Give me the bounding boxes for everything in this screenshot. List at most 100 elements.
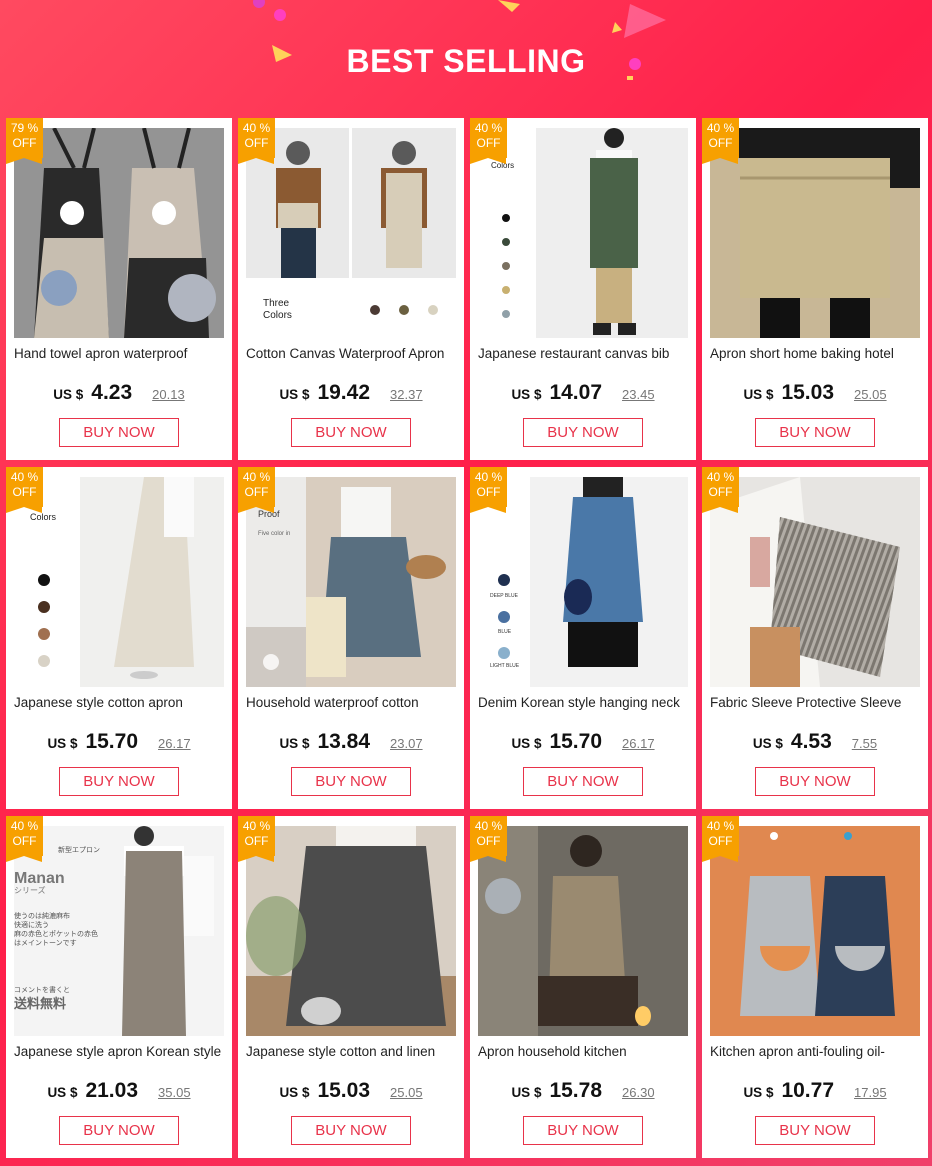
product-name[interactable]: Hand towel apron waterproof: [14, 346, 228, 361]
product-name[interactable]: Japanese style apron Korean style: [14, 1044, 228, 1059]
currency-label: US $: [511, 1085, 542, 1100]
product-image[interactable]: [710, 128, 920, 338]
discount-badge: 40 % OFF: [238, 118, 275, 164]
sale-price: 15.70: [549, 730, 603, 753]
buy-now-button[interactable]: BUY NOW: [291, 767, 411, 796]
currency-label: US $: [511, 387, 542, 402]
product-card[interactable]: 40 % OFF Japanese style cotton and linen …: [238, 816, 464, 1158]
price-row: US $ 19.42 32.37: [238, 381, 464, 405]
product-card[interactable]: DEEP BLUE BLUE LIGHT BLUE 40 % OFF Denim …: [470, 467, 696, 809]
photo-text: 麻の赤色とポケットの赤色: [14, 929, 98, 938]
buy-now-button[interactable]: BUY NOW: [59, 767, 179, 796]
original-price: 23.45: [622, 387, 655, 402]
currency-label: US $: [47, 736, 78, 751]
price-row: US $ 13.84 23.07: [238, 730, 464, 754]
buy-now-button[interactable]: BUY NOW: [755, 1116, 875, 1145]
price-row: US $ 15.70 26.17: [6, 730, 232, 754]
buy-now-button[interactable]: BUY NOW: [755, 418, 875, 447]
original-price: 35.05: [158, 1085, 191, 1100]
buy-now-button[interactable]: BUY NOW: [523, 1116, 643, 1145]
product-image[interactable]: Colors: [14, 477, 224, 687]
original-price: 23.07: [390, 736, 423, 751]
product-card[interactable]: 40 % OFF Fabric Sleeve Protective Sleeve …: [702, 467, 928, 809]
discount-badge: 40 % OFF: [470, 816, 507, 862]
discount-badge: 40 % OFF: [470, 118, 507, 164]
product-card[interactable]: Three Colors 40 % OFF Cotton Canvas Water…: [238, 118, 464, 460]
photo-text: 送料無料: [14, 996, 66, 1011]
photo-text: Three: [263, 298, 290, 309]
currency-label: US $: [279, 387, 310, 402]
buy-now-button[interactable]: BUY NOW: [523, 418, 643, 447]
sale-price: 13.84: [317, 730, 371, 753]
product-image[interactable]: [478, 826, 688, 1036]
product-name[interactable]: Japanese restaurant canvas bib: [478, 346, 692, 361]
sale-price: 15.03: [317, 1079, 371, 1102]
price-row: US $ 4.53 7.55: [702, 730, 928, 754]
currency-label: US $: [279, 736, 310, 751]
price-row: US $ 14.07 23.45: [470, 381, 696, 405]
product-card[interactable]: Colors 40 % OFF Japanese restaurant canva…: [470, 118, 696, 460]
currency-label: US $: [511, 736, 542, 751]
price-row: US $ 4.23 20.13: [6, 381, 232, 405]
buy-now-button[interactable]: BUY NOW: [291, 1116, 411, 1145]
price-row: US $ 15.78 26.30: [470, 1079, 696, 1103]
photo-text: BLUE: [498, 629, 512, 635]
original-price: 26.17: [622, 736, 655, 751]
product-grid: 79 % OFF Hand towel apron waterproof US $…: [6, 118, 928, 1158]
product-name[interactable]: Apron short home baking hotel: [710, 346, 924, 361]
product-name[interactable]: Japanese style cotton apron: [14, 695, 228, 710]
product-card[interactable]: 新型エプロン Manan シリーズ 使うのは純漉麻布 快適に洗う 麻の赤色とポケ…: [6, 816, 232, 1158]
product-name[interactable]: Denim Korean style hanging neck: [478, 695, 692, 710]
product-name[interactable]: Kitchen apron anti-fouling oil-: [710, 1044, 924, 1059]
original-price: 17.95: [854, 1085, 887, 1100]
product-name[interactable]: Fabric Sleeve Protective Sleeve: [710, 695, 924, 710]
sale-price: 10.77: [781, 1079, 835, 1102]
photo-text: LIGHT BLUE: [490, 663, 520, 669]
product-image[interactable]: [14, 128, 224, 338]
product-image[interactable]: 新型エプロン Manan シリーズ 使うのは純漉麻布 快適に洗う 麻の赤色とポケ…: [14, 826, 224, 1036]
product-image[interactable]: Colors: [478, 128, 688, 338]
product-name[interactable]: Cotton Canvas Waterproof Apron: [246, 346, 460, 361]
product-card[interactable]: 40 % OFF Kitchen apron anti-fouling oil- …: [702, 816, 928, 1158]
photo-text: Manan: [14, 870, 65, 887]
original-price: 20.13: [152, 387, 185, 402]
price-row: US $ 21.03 35.05: [6, 1079, 232, 1103]
currency-label: US $: [47, 1085, 78, 1100]
original-price: 26.30: [622, 1085, 655, 1100]
discount-badge: 40 % OFF: [238, 467, 275, 513]
product-name[interactable]: Apron household kitchen: [478, 1044, 692, 1059]
photo-text: はメイントーンです: [14, 939, 77, 947]
product-card[interactable]: 40 % OFF Apron household kitchen US $ 15.…: [470, 816, 696, 1158]
price-row: US $ 10.77 17.95: [702, 1079, 928, 1103]
buy-now-button[interactable]: BUY NOW: [291, 418, 411, 447]
discount-badge: 40 % OFF: [470, 467, 507, 513]
discount-badge: 40 % OFF: [238, 816, 275, 862]
product-name[interactable]: Household waterproof cotton: [246, 695, 460, 710]
sale-price: 19.42: [317, 381, 371, 404]
photo-text: 快適に洗う: [14, 920, 49, 929]
currency-label: US $: [743, 387, 774, 402]
product-card[interactable]: 40 % OFF Apron short home baking hotel US…: [702, 118, 928, 460]
buy-now-button[interactable]: BUY NOW: [523, 767, 643, 796]
product-card[interactable]: Proof Five color in 40 % OFF Household wa…: [238, 467, 464, 809]
photo-text: 新型エプロン: [58, 845, 100, 854]
product-card[interactable]: Colors 40 % OFF Japanese style cotton apr…: [6, 467, 232, 809]
buy-now-button[interactable]: BUY NOW: [755, 767, 875, 796]
product-image[interactable]: [710, 477, 920, 687]
buy-now-button[interactable]: BUY NOW: [59, 1116, 179, 1145]
sale-price: 14.07: [549, 381, 603, 404]
original-price: 7.55: [851, 736, 878, 751]
product-name[interactable]: Japanese style cotton and linen: [246, 1044, 460, 1059]
product-image[interactable]: Proof Five color in: [246, 477, 456, 687]
product-image[interactable]: DEEP BLUE BLUE LIGHT BLUE: [478, 477, 688, 687]
currency-label: US $: [53, 387, 84, 402]
product-image[interactable]: Three Colors: [246, 128, 456, 338]
buy-now-button[interactable]: BUY NOW: [59, 418, 179, 447]
product-card[interactable]: 79 % OFF Hand towel apron waterproof US $…: [6, 118, 232, 460]
photo-text: Colors: [30, 512, 57, 522]
product-image[interactable]: [246, 826, 456, 1036]
sale-price: 4.23: [91, 381, 133, 404]
product-image[interactable]: [710, 826, 920, 1036]
sale-price: 4.53: [790, 730, 832, 753]
price-row: US $ 15.03 25.05: [702, 381, 928, 405]
